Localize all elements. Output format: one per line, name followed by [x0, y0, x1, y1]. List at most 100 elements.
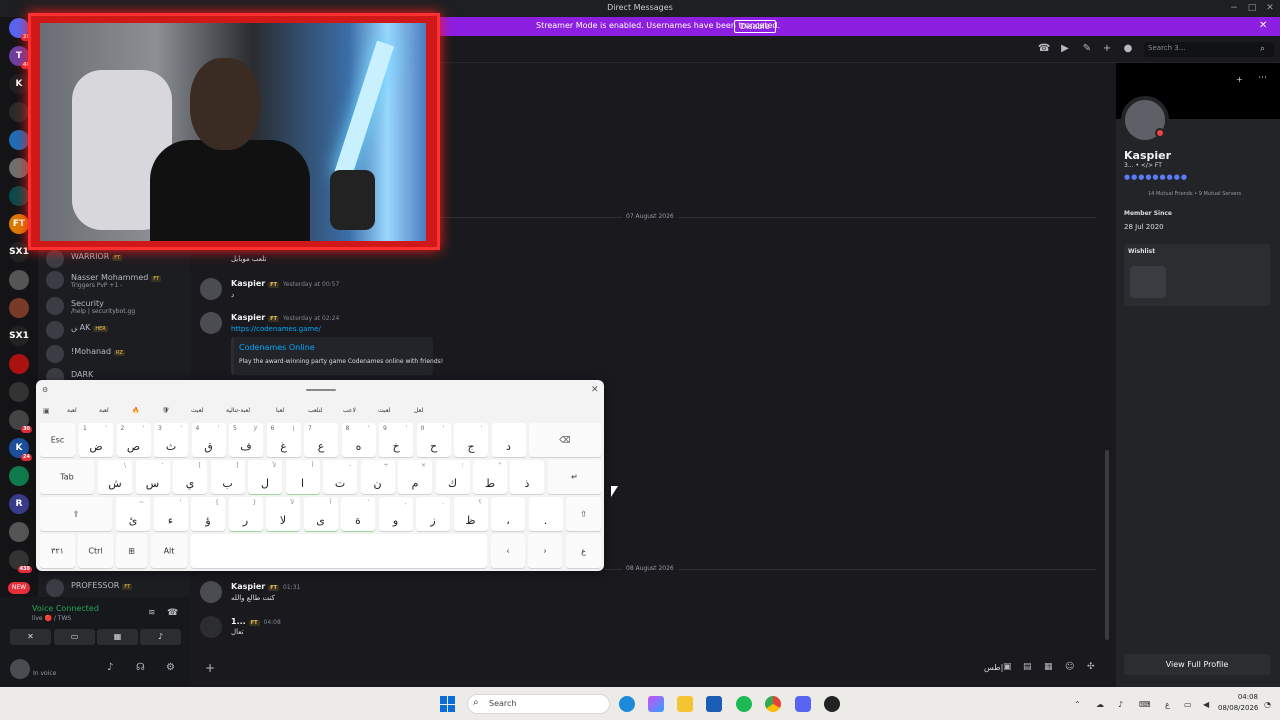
- embed-title[interactable]: Codenames Online: [239, 343, 315, 352]
- activities-button[interactable]: ▦: [97, 629, 138, 645]
- member-row[interactable]: Nasser Mohammed FT Triggers PvP +1 -: [46, 271, 186, 289]
- keyboard-key[interactable]: م ×: [398, 460, 432, 494]
- server-icon[interactable]: R: [9, 494, 29, 514]
- suggestion-word[interactable]: لتلعب: [308, 407, 322, 414]
- server-icon[interactable]: T 40: [9, 46, 32, 69]
- keyboard-key[interactable]: ٣٢١: [40, 534, 75, 568]
- keyboard-key[interactable]: ث 3 ': [154, 423, 188, 457]
- notification-icon[interactable]: ◔: [1264, 700, 1271, 709]
- keyboard-key[interactable]: ق 4 ': [191, 423, 226, 457]
- mic-tray-icon[interactable]: ♪: [1118, 700, 1123, 709]
- enter-key[interactable]: ↵: [548, 460, 601, 494]
- keyboard-key[interactable]: لا لآ: [266, 497, 300, 531]
- disable-streamer-button[interactable]: Disable: [734, 20, 776, 33]
- member-row[interactable]: !Mohanad RZ: [46, 345, 186, 363]
- call-icon[interactable]: ☎: [1038, 43, 1050, 55]
- keyboard-key[interactable]: ي[: [173, 460, 207, 494]
- avatar[interactable]: [200, 312, 222, 334]
- server-icon[interactable]: 28: [9, 18, 32, 41]
- server-icon[interactable]: [9, 354, 29, 374]
- suggestion-word[interactable]: لعبا: [276, 407, 284, 414]
- network-icon[interactable]: ▭: [1184, 700, 1192, 709]
- disconnect-icon[interactable]: ☎: [167, 608, 178, 618]
- avatar[interactable]: [46, 579, 64, 597]
- keyboard-key[interactable]: ج ': [454, 423, 488, 457]
- suggestion-word[interactable]: لعبة-تنالية: [226, 407, 250, 414]
- keyboard-key[interactable]: د: [491, 423, 526, 457]
- keyboard-drag-handle[interactable]: [306, 389, 336, 391]
- arrow-right-key[interactable]: ›: [528, 534, 562, 568]
- volume-icon[interactable]: ◀: [1203, 700, 1209, 709]
- gif-icon[interactable]: ▤: [1023, 662, 1032, 672]
- server-icon[interactable]: K 24: [9, 438, 32, 461]
- avatar[interactable]: [200, 616, 222, 638]
- composer-input[interactable]: طس|: [984, 663, 1003, 672]
- keyboard-key[interactable]: ف 5 لإ: [229, 423, 263, 457]
- emoji-icon[interactable]: ☺: [1065, 662, 1074, 672]
- spotify-icon[interactable]: [736, 696, 752, 712]
- clipboard-icon[interactable]: ▣: [43, 407, 50, 415]
- keyboard-key[interactable]: ب]: [210, 460, 245, 494]
- suggestion-word[interactable]: لعبة: [99, 407, 109, 414]
- keyboard-key[interactable]: ؤ{: [191, 497, 225, 531]
- keyboard-key[interactable]: ع: [566, 534, 601, 568]
- file-explorer-icon[interactable]: [677, 696, 693, 712]
- maximize-button[interactable]: □: [1245, 2, 1259, 14]
- keyboard-key[interactable]: Esc: [40, 423, 75, 457]
- headset-icon[interactable]: ☊: [136, 662, 145, 673]
- keyboard-key[interactable]: ر}: [228, 497, 263, 531]
- spacebar-key[interactable]: [191, 534, 487, 568]
- avatar[interactable]: [10, 659, 30, 679]
- keyboard-key[interactable]: ه 8 ': [341, 423, 376, 457]
- avatar[interactable]: [46, 250, 64, 268]
- screen-share-button[interactable]: ▭: [54, 629, 95, 645]
- voice-status[interactable]: Voice Connected: [32, 604, 99, 613]
- shift-right-key[interactable]: ⇧: [566, 497, 601, 531]
- message-author[interactable]: 1...: [231, 617, 246, 626]
- keyboard-key[interactable]: ح 0 ': [416, 423, 451, 457]
- clock-time[interactable]: 04:08: [1222, 693, 1258, 701]
- chat-scrollbar[interactable]: [1105, 450, 1109, 640]
- add-friend-icon[interactable]: +: [1101, 43, 1113, 55]
- keyboard-key[interactable]: خ 9 ': [379, 423, 413, 457]
- apps-icon[interactable]: ✣: [1087, 662, 1095, 672]
- avatar[interactable]: [46, 297, 64, 315]
- avatar[interactable]: [46, 321, 64, 339]
- server-icon[interactable]: [9, 270, 29, 290]
- keyboard-close-icon[interactable]: ✕: [591, 385, 599, 395]
- tray-chevron-icon[interactable]: ⌃: [1074, 700, 1081, 709]
- keyboard-key[interactable]: اأ: [285, 460, 320, 494]
- keyboard-key[interactable]: Ctrl: [78, 534, 113, 568]
- server-icon[interactable]: 438: [9, 550, 32, 573]
- suggestion-word[interactable]: 🔥: [132, 407, 139, 414]
- store-icon[interactable]: [706, 696, 722, 712]
- view-full-profile-button[interactable]: View Full Profile: [1124, 654, 1270, 675]
- server-icon[interactable]: FT: [9, 214, 29, 234]
- keyboard-key[interactable]: ز.: [416, 497, 450, 531]
- backspace-key[interactable]: ⌫: [529, 423, 601, 457]
- member-row[interactable]: ﮟ AK HER: [46, 321, 186, 339]
- add-attachment-icon[interactable]: +: [205, 661, 215, 675]
- onedrive-icon[interactable]: ☁: [1096, 700, 1104, 709]
- suggestion-word[interactable]: 🛡: [162, 407, 170, 414]
- start-button[interactable]: [440, 696, 456, 712]
- minimize-button[interactable]: −: [1227, 2, 1241, 14]
- noise-icon[interactable]: ≋: [148, 608, 156, 618]
- profile-toggle-icon[interactable]: ●: [1122, 43, 1134, 55]
- keyboard-key[interactable]: ص 2 ': [116, 423, 151, 457]
- avatar[interactable]: [200, 581, 222, 603]
- voice-channel[interactable]: live 🔴 / TWS: [32, 615, 71, 622]
- obs-icon[interactable]: [824, 696, 840, 712]
- server-icon[interactable]: [9, 466, 29, 486]
- keyboard-key[interactable]: ع7: [304, 423, 338, 457]
- keyboard-key[interactable]: ك ؛: [435, 460, 470, 494]
- server-icon[interactable]: [9, 102, 29, 122]
- discord-icon[interactable]: [795, 696, 811, 712]
- member-row[interactable]: Security/help | securitybot.gg: [46, 297, 186, 315]
- keyboard-key[interactable]: Alt: [151, 534, 187, 568]
- mic-icon[interactable]: ♪: [107, 662, 113, 673]
- video-icon[interactable]: ▶: [1059, 43, 1071, 55]
- soundboard-button[interactable]: ♪: [140, 629, 181, 645]
- suggestion-word[interactable]: لعبة: [67, 407, 77, 414]
- keyboard-key[interactable]: ض 1 ': [79, 423, 113, 457]
